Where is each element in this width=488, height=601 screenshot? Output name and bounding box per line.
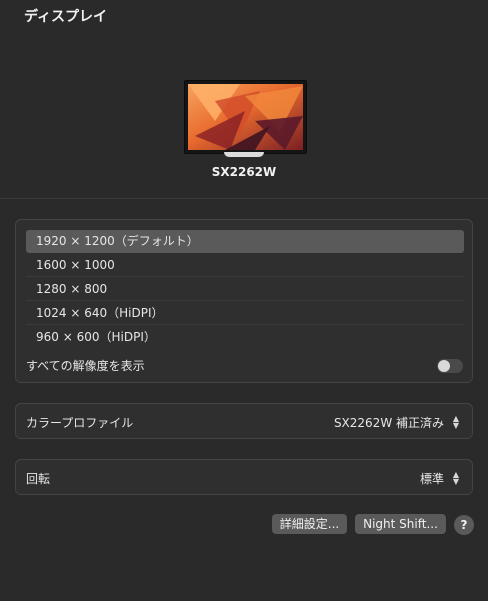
resolution-option[interactable]: 960 × 600（HiDPI） [26,326,464,349]
resolution-option[interactable]: 1600 × 1000 [26,254,464,277]
rotation-label: 回転 [26,472,51,486]
display-preview-area: SX2262W [0,0,488,199]
resolution-option[interactable]: 1280 × 800 [26,278,464,301]
rotation-stepper-icon[interactable]: ▲ ▼ [450,470,462,486]
monitor-stand [224,152,264,157]
color-profile-stepper-icon[interactable]: ▲ ▼ [450,414,462,430]
show-all-resolutions-toggle[interactable] [437,359,463,373]
night-shift-button[interactable]: Night Shift... [355,514,446,534]
resolution-list-panel: 1920 × 1200（デフォルト） 1600 × 1000 1280 × 80… [15,219,473,383]
color-profile-value[interactable]: SX2262W 補正済み [334,414,444,431]
color-profile-label: カラープロファイル [26,416,134,430]
rotation-value[interactable]: 標準 [420,470,444,487]
display-name: SX2262W [211,165,277,179]
color-profile-row: カラープロファイル SX2262W 補正済み ▲ ▼ [15,403,473,439]
resolution-option[interactable]: 1920 × 1200（デフォルト） [26,230,464,253]
rotation-row: 回転 標準 ▲ ▼ [15,459,473,495]
advanced-settings-button[interactable]: 詳細設定... [272,514,347,534]
resolution-option[interactable]: 1024 × 640（HiDPI） [26,302,464,325]
monitor-image [184,80,307,154]
help-button[interactable]: ? [454,515,474,535]
toggle-knob [438,360,450,372]
show-all-resolutions-label: すべての解像度を表示 [26,359,145,373]
